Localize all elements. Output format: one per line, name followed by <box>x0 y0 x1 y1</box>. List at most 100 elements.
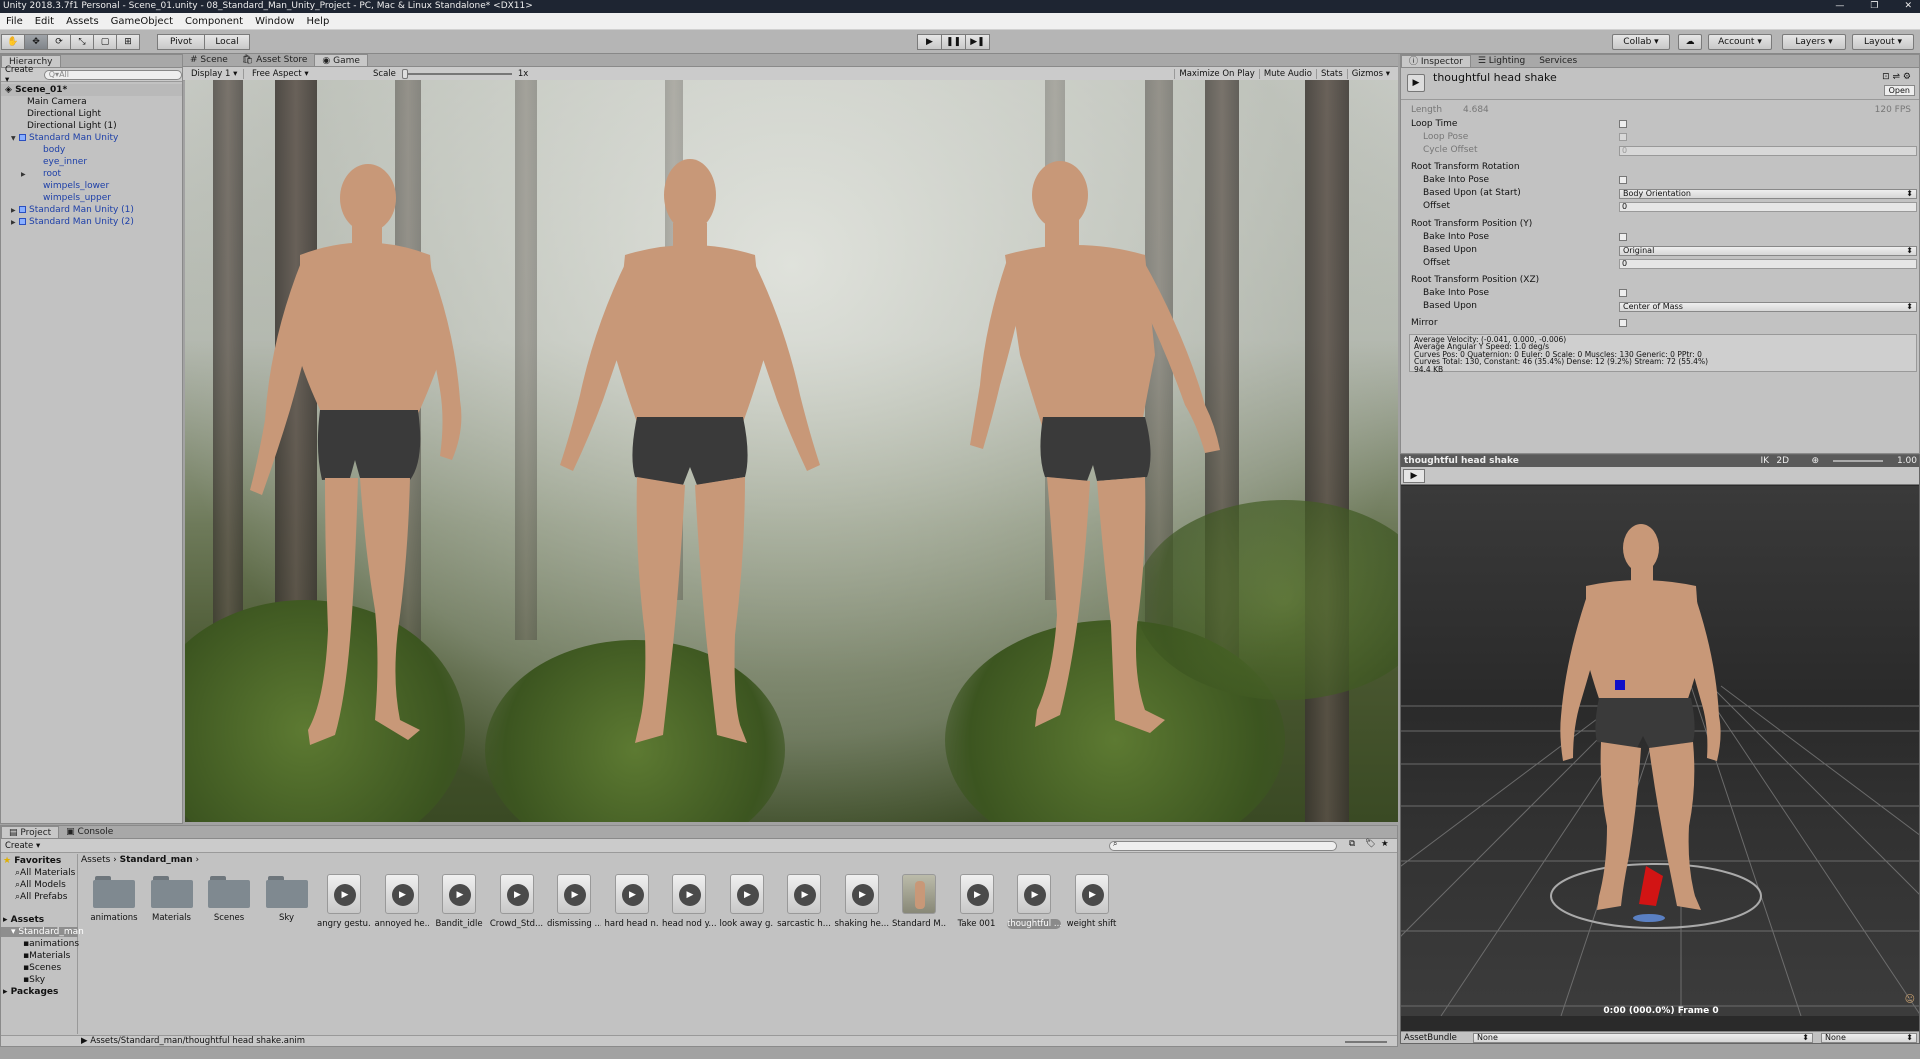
cloud-button[interactable]: ☁ <box>1678 34 1702 50</box>
bake-into-pose-y-checkbox[interactable] <box>1619 233 1627 241</box>
hierarchy-create-button[interactable]: Create ▾ <box>1 65 44 85</box>
layout-dropdown[interactable]: Layout ▾ <box>1852 34 1914 50</box>
aspect-dropdown[interactable]: Free Aspect ▾ <box>243 68 363 79</box>
favorites-header[interactable]: ★ Favorites <box>3 856 61 866</box>
hierarchy-item[interactable]: ▶ Standard Man Unity (2) <box>5 216 182 228</box>
asset-item[interactable]: Sky <box>260 874 314 923</box>
offset-y-field[interactable]: 0 <box>1619 259 1917 269</box>
asset-item[interactable]: ▶ hard head n... <box>605 874 659 929</box>
preset-icon[interactable]: ⇌ <box>1893 72 1903 82</box>
rotate-tool-icon[interactable]: ⟳ <box>47 34 71 50</box>
scale-slider-thumb[interactable] <box>401 68 408 79</box>
asset-item[interactable]: ▶ head nod y... <box>662 874 716 929</box>
scale-tool-icon[interactable]: ⤡ <box>70 34 94 50</box>
cycle-offset-field[interactable]: 0 <box>1619 146 1917 156</box>
based-upon-xz-dropdown[interactable]: Center of Mass ⬍ <box>1619 302 1917 312</box>
tab-inspector[interactable]: ⓘ Inspector <box>1401 55 1471 67</box>
move-tool-icon[interactable]: ✥ <box>24 34 48 50</box>
packages-root[interactable]: ▸ Packages <box>3 987 58 997</box>
game-view[interactable] <box>185 80 1398 822</box>
pause-button[interactable]: ❚❚ <box>941 34 966 50</box>
mute-audio-toggle[interactable]: Mute Audio <box>1258 68 1316 79</box>
rect-tool-icon[interactable]: ▢ <box>93 34 117 50</box>
asset-item[interactable]: Scenes <box>202 874 256 923</box>
pivot-toggle-icon[interactable]: ⊕ <box>1811 455 1819 467</box>
asset-item[interactable]: ▶ Bandit_idle <box>432 874 486 929</box>
settings-gear-icon[interactable]: ⚙ <box>1903 72 1911 82</box>
asset-item[interactable]: ▶ weight shift <box>1065 874 1119 929</box>
favorite-star-icon[interactable]: ★ <box>1381 839 1389 849</box>
menu-window[interactable]: Window <box>249 13 300 30</box>
tree-item[interactable]: ▪Materials <box>23 951 70 961</box>
favorite-item[interactable]: ⌕All Materials <box>15 868 75 878</box>
mirror-checkbox[interactable] <box>1619 319 1627 327</box>
icon-size-slider[interactable] <box>1345 1041 1387 1043</box>
menu-file[interactable]: File <box>0 13 29 30</box>
speed-slider[interactable] <box>1833 460 1883 462</box>
maximize-on-play-toggle[interactable]: Maximize On Play <box>1174 68 1258 79</box>
asset-item[interactable]: ▶ annoyed he... <box>375 874 429 929</box>
hierarchy-search-input[interactable]: Q▾All <box>43 69 182 80</box>
hierarchy-item[interactable]: Directional Light <box>5 108 182 120</box>
asset-item[interactable]: ▶ thoughtful ... <box>1007 874 1061 929</box>
tab-project[interactable]: ▤ Project <box>1 826 60 838</box>
expand-arrow-icon[interactable]: ▶ <box>11 217 19 229</box>
gizmos-dropdown[interactable]: Gizmos ▾ <box>1346 68 1398 79</box>
hierarchy-item[interactable]: Main Camera <box>5 96 182 108</box>
tab-lighting[interactable]: ☰ Lighting <box>1471 55 1532 67</box>
open-button[interactable]: Open <box>1883 85 1915 96</box>
play-button[interactable]: ▶ <box>917 34 942 50</box>
based-upon-y-dropdown[interactable]: Original ⬍ <box>1619 246 1917 256</box>
account-dropdown[interactable]: Account ▾ <box>1708 34 1772 50</box>
asset-item[interactable]: Standard M... <box>892 874 946 929</box>
tree-item[interactable]: ▪animations <box>23 939 79 949</box>
breadcrumb-item[interactable]: Standard_man <box>120 855 193 865</box>
loop-time-checkbox[interactable] <box>1619 120 1627 128</box>
menu-assets[interactable]: Assets <box>60 13 105 30</box>
asset-item[interactable]: ▶ angry gestu... <box>317 874 371 929</box>
asset-item[interactable]: animations <box>87 874 141 923</box>
asset-item[interactable]: ▶ Crowd_Std... <box>490 874 544 929</box>
tab-services[interactable]: Services <box>1532 55 1584 67</box>
tab-scene[interactable]: # Scene <box>183 54 235 66</box>
assetbundle-variant-dropdown[interactable]: None ⬍ <box>1821 1033 1917 1043</box>
menu-edit[interactable]: Edit <box>29 13 60 30</box>
loop-pose-checkbox[interactable] <box>1619 133 1627 141</box>
menu-gameobject[interactable]: GameObject <box>105 13 179 30</box>
tab-console[interactable]: ▣ Console <box>59 826 120 838</box>
tree-item-standard-man[interactable]: ▾ Standard_man <box>1 927 84 937</box>
based-upon-start-dropdown[interactable]: Body Orientation ⬍ <box>1619 189 1917 199</box>
scale-slider[interactable] <box>401 68 512 79</box>
layers-dropdown[interactable]: Layers ▾ <box>1782 34 1846 50</box>
scene-root[interactable]: ◈ Scene_01* <box>1 84 182 96</box>
tree-item[interactable]: ▪Sky <box>23 975 45 985</box>
hierarchy-item[interactable]: ▼ Standard Man Unity <box>5 132 182 144</box>
step-button[interactable]: ▶❚ <box>965 34 990 50</box>
stats-toggle[interactable]: Stats <box>1316 68 1347 79</box>
2d-toggle[interactable]: 2D <box>1776 455 1789 467</box>
preview-play-button[interactable]: ▶ <box>1403 469 1425 483</box>
hierarchy-item[interactable]: wimpels_lower <box>5 180 182 192</box>
bake-into-pose-xz-checkbox[interactable] <box>1619 289 1627 297</box>
tab-game[interactable]: ◉ Game <box>314 54 368 66</box>
help-icon[interactable]: ⊡ <box>1882 72 1892 82</box>
assetbundle-dropdown[interactable]: None ⬍ <box>1473 1033 1813 1043</box>
hierarchy-item[interactable]: wimpels_upper <box>5 192 182 204</box>
asset-item[interactable]: ▶ dismissing ... <box>547 874 601 929</box>
hand-tool-icon[interactable]: ✋ <box>1 34 25 50</box>
asset-item[interactable]: ▶ sarcastic h... <box>777 874 831 929</box>
asset-item[interactable]: Materials <box>145 874 199 923</box>
offset-rotation-field[interactable]: 0 <box>1619 202 1917 212</box>
menu-help[interactable]: Help <box>301 13 336 30</box>
project-search-input[interactable] <box>1109 841 1337 851</box>
tree-item[interactable]: ▪Scenes <box>23 963 61 973</box>
asset-item[interactable]: ▶ Take 001 <box>950 874 1004 929</box>
expand-arrow-icon[interactable]: ▼ <box>11 133 19 145</box>
transform-tool-icon[interactable]: ⊞ <box>116 34 140 50</box>
hierarchy-item[interactable]: ▶ root <box>5 168 182 180</box>
hierarchy-item[interactable]: body <box>5 144 182 156</box>
tab-asset-store[interactable]: 🛍 Asset Store <box>235 54 315 66</box>
bake-into-pose-rotation-checkbox[interactable] <box>1619 176 1627 184</box>
minimize-icon[interactable]: — <box>1835 0 1844 13</box>
hierarchy-item[interactable]: ▶ Standard Man Unity (1) <box>5 204 182 216</box>
